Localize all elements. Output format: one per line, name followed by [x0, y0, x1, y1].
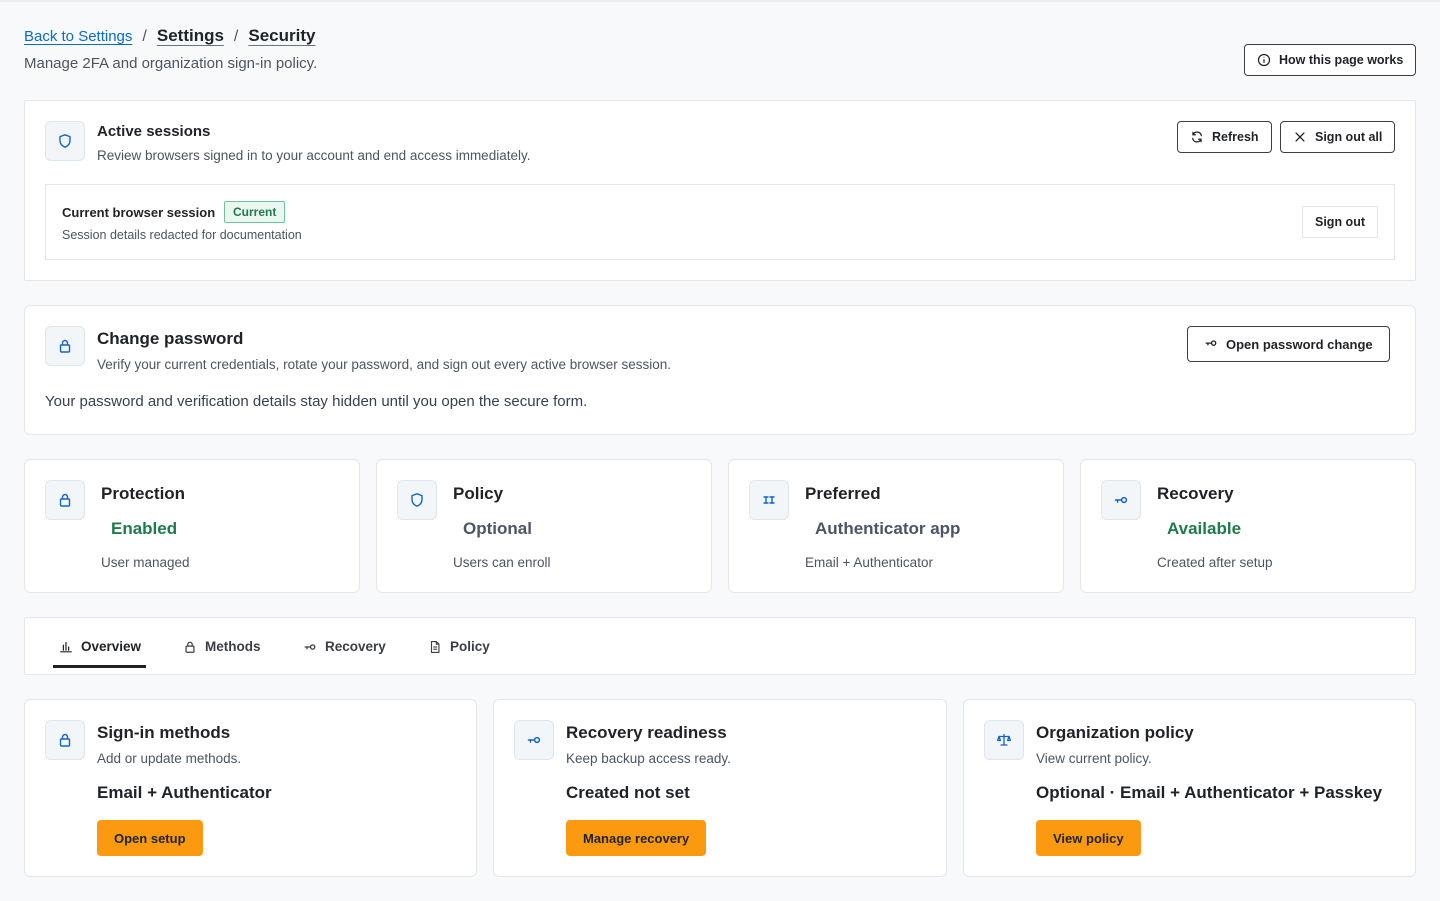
stat-meta: Created after setup	[1157, 555, 1273, 570]
tab-recovery[interactable]: Recovery	[303, 618, 386, 675]
close-icon	[1295, 132, 1305, 142]
breadcrumb-current: Security	[248, 26, 316, 45]
stat-label: Policy	[453, 484, 504, 503]
card-description: Keep backup access ready.	[566, 751, 731, 766]
key-icon	[514, 720, 554, 760]
page-subtitle: Manage 2FA and organization sign-in poli…	[24, 55, 318, 72]
view-policy-button[interactable]: View policy	[1036, 820, 1141, 856]
refresh-button[interactable]: Refresh	[1177, 121, 1272, 153]
session-row: Current browser session Current Session …	[45, 184, 1395, 260]
top-border	[0, 0, 1440, 2]
chart-icon	[60, 641, 72, 652]
stat-value: Available	[1167, 519, 1242, 538]
tab-bar: Overview Methods Recovery Policy	[24, 617, 1416, 675]
stat-label: Preferred	[805, 484, 881, 503]
breadcrumb: Back to Settings / Settings / Security	[24, 26, 315, 46]
active-sessions-title: Active sessions	[97, 123, 211, 140]
key-icon	[1101, 480, 1141, 520]
active-sessions-card: Active sessions Review browsers signed i…	[24, 100, 1416, 281]
change-password-description: Verify your current credentials, rotate …	[97, 357, 672, 372]
lock-icon	[185, 641, 195, 653]
tab-methods[interactable]: Methods	[183, 618, 261, 675]
tab-label: Overview	[81, 639, 142, 654]
refresh-label: Refresh	[1212, 130, 1259, 144]
document-icon	[430, 640, 440, 653]
scale-icon	[984, 720, 1024, 760]
manage-recovery-button[interactable]: Manage recovery	[566, 820, 707, 856]
stat-card-preferred: Preferred Authenticator app Email + Auth…	[728, 459, 1064, 593]
lock-icon	[45, 720, 85, 760]
card-title: Sign-in methods	[97, 723, 231, 742]
stat-value: Optional	[463, 519, 532, 538]
change-password-title: Change password	[97, 329, 244, 348]
card-description: View current policy.	[1036, 751, 1152, 766]
stat-meta: Users can enroll	[453, 555, 551, 570]
stat-meta: Email + Authenticator	[805, 555, 933, 570]
stat-label: Recovery	[1157, 484, 1234, 503]
breadcrumb-separator: /	[142, 28, 147, 45]
how-this-page-works-button[interactable]: How this page works	[1244, 44, 1417, 76]
key-icon	[1205, 340, 1217, 346]
key-icon	[304, 643, 316, 650]
stat-value: Enabled	[111, 519, 178, 538]
shield-icon	[45, 121, 85, 161]
card-value: Email + Authenticator	[97, 783, 272, 802]
how-this-page-works-label: How this page works	[1279, 53, 1404, 67]
tab-label: Methods	[205, 639, 261, 654]
card-description: Add or update methods.	[97, 751, 242, 766]
session-name: Current browser session	[62, 205, 216, 220]
stat-card-recovery: Recovery Available Created after setup	[1080, 459, 1416, 593]
sign-out-button[interactable]: Sign out	[1302, 206, 1378, 238]
recovery-readiness-card: Recovery readiness Keep backup access re…	[493, 699, 947, 877]
change-password-card: Change password Verify your current cred…	[24, 305, 1416, 435]
stat-value: Authenticator app	[815, 519, 961, 538]
breadcrumb-separator: /	[233, 28, 239, 45]
breadcrumb-settings[interactable]: Settings	[157, 26, 224, 46]
sign-in-methods-card: Sign-in methods Add or update methods. E…	[24, 699, 477, 877]
open-password-change-button[interactable]: Open password change	[1187, 326, 1390, 362]
info-icon	[1257, 53, 1271, 67]
stat-card-protection: Protection Enabled User managed	[24, 459, 360, 593]
card-value: Created not set	[566, 783, 690, 802]
back-to-settings-link[interactable]: Back to Settings	[24, 28, 132, 45]
active-sessions-description: Review browsers signed in to your accoun…	[97, 148, 531, 163]
refresh-icon	[1192, 131, 1202, 143]
open-password-change-label: Open password change	[1226, 336, 1373, 352]
active-tab-indicator	[53, 665, 146, 668]
stat-meta: User managed	[101, 555, 190, 570]
open-setup-button[interactable]: Open setup	[97, 820, 203, 856]
card-title: Organization policy	[1036, 723, 1194, 742]
sign-out-all-button[interactable]: Sign out all	[1280, 121, 1396, 153]
lock-icon	[45, 326, 85, 366]
session-meta: Session details redacted for documentati…	[62, 228, 302, 242]
lock-icon	[45, 480, 85, 520]
shield-icon	[397, 480, 437, 520]
stat-card-policy: Policy Optional Users can enroll	[376, 459, 712, 593]
stat-label: Protection	[101, 484, 186, 503]
sign-out-all-label: Sign out all	[1315, 130, 1383, 144]
tab-label: Recovery	[325, 639, 386, 654]
authenticator-icon	[749, 480, 789, 520]
tab-policy[interactable]: Policy	[428, 618, 490, 675]
card-title: Recovery readiness	[566, 723, 727, 742]
current-session-badge: Current	[224, 201, 286, 223]
card-value: Optional · Email + Authenticator + Passk…	[1036, 783, 1383, 802]
tab-label: Policy	[450, 639, 490, 654]
password-note: Your password and verification details s…	[45, 393, 588, 410]
organization-policy-card: Organization policy View current policy.…	[963, 699, 1416, 877]
